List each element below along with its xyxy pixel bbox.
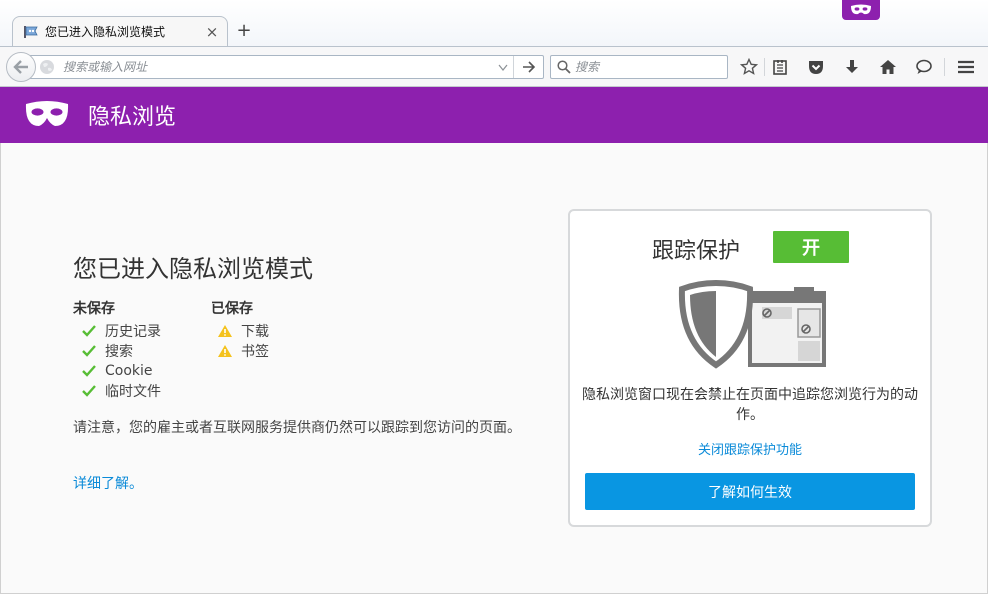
toolbar-separator (944, 58, 945, 76)
search-bar[interactable] (550, 55, 728, 79)
pocket-icon[interactable] (805, 56, 827, 78)
page-content: 您已进入隐私浏览模式 未保存 历史记录 搜索 Cookie 临时文件 已保存 下… (0, 143, 988, 594)
url-input[interactable] (63, 56, 493, 78)
toolbar-separator (764, 58, 765, 76)
list-item-label: 搜索 (105, 344, 133, 360)
title-bar: 您已进入隐私浏览模式 × + (0, 0, 988, 46)
chat-icon[interactable] (913, 56, 935, 78)
warning-icon (217, 323, 233, 339)
list-item: 临时文件 (81, 381, 161, 401)
list-item: Cookie (81, 361, 161, 381)
list-item-label: 临时文件 (105, 384, 161, 400)
list-item: 书签 (217, 341, 269, 361)
new-tab-button[interactable]: + (234, 21, 254, 41)
header-title: 隐私浏览 (88, 105, 177, 130)
bookmark-star-icon[interactable] (738, 56, 760, 78)
saved-list: 下载 书签 (217, 321, 269, 361)
list-item: 下载 (217, 321, 269, 341)
tracking-protection-description: 隐私浏览窗口现在会禁止在页面中追踪您浏览行为的动作。 (582, 387, 918, 423)
tracking-shield-illustration (678, 279, 828, 369)
tracking-protection-status-badge: 开 (773, 231, 849, 263)
list-item: 搜索 (81, 341, 161, 361)
tracking-protection-card: 跟踪保护 开 隐私浏览窗口现在会禁止在页面中追踪您浏览行为的动作。 关闭跟踪保护… (568, 209, 932, 527)
go-arrow-icon[interactable] (513, 56, 543, 78)
privacy-note: 请注意，您的雇主或者互联网服务提供商仍然可以跟踪到您访问的页面。 (73, 420, 521, 436)
search-icon (553, 60, 575, 74)
hamburger-menu-icon[interactable] (955, 56, 977, 78)
warning-icon (217, 343, 233, 359)
checkmark-icon (81, 383, 97, 399)
list-item-label: 下载 (241, 324, 269, 340)
list-item: 历史记录 (81, 321, 161, 341)
tab-private-browsing[interactable]: 您已进入隐私浏览模式 × (12, 16, 228, 46)
back-arrow-icon (13, 60, 28, 74)
private-mask-indicator-icon (842, 0, 880, 20)
tracking-protection-title: 跟踪保护 (652, 239, 741, 264)
private-mask-icon (24, 100, 70, 130)
learn-more-link[interactable]: 详细了解。 (73, 473, 143, 493)
learn-how-it-works-button[interactable]: 了解如何生效 (585, 473, 915, 510)
download-icon[interactable] (841, 56, 863, 78)
list-item-label: Cookie (105, 363, 153, 379)
tab-title: 您已进入隐私浏览模式 (45, 25, 166, 39)
page-title: 您已进入隐私浏览模式 (73, 255, 313, 283)
saved-heading: 已保存 (211, 301, 253, 317)
navigation-toolbar (0, 46, 988, 87)
checkmark-icon (81, 363, 97, 379)
not-saved-heading: 未保存 (73, 301, 115, 317)
checkmark-icon (81, 323, 97, 339)
tab-close-icon[interactable]: × (205, 24, 219, 39)
globe-icon (39, 59, 55, 75)
private-browsing-icon (23, 25, 39, 39)
disable-tracking-protection-link[interactable]: 关闭跟踪保护功能 (570, 439, 930, 458)
home-icon[interactable] (877, 56, 899, 78)
not-saved-list: 历史记录 搜索 Cookie 临时文件 (81, 321, 161, 401)
list-item-label: 书签 (241, 344, 269, 360)
private-browsing-header: 隐私浏览 (0, 87, 988, 143)
search-input[interactable] (575, 56, 727, 78)
url-bar[interactable] (24, 55, 544, 79)
back-button[interactable] (6, 52, 36, 82)
checkmark-icon (81, 343, 97, 359)
list-item-label: 历史记录 (105, 324, 161, 340)
reading-list-icon[interactable] (769, 56, 791, 78)
history-dropdown-icon[interactable] (493, 56, 513, 78)
